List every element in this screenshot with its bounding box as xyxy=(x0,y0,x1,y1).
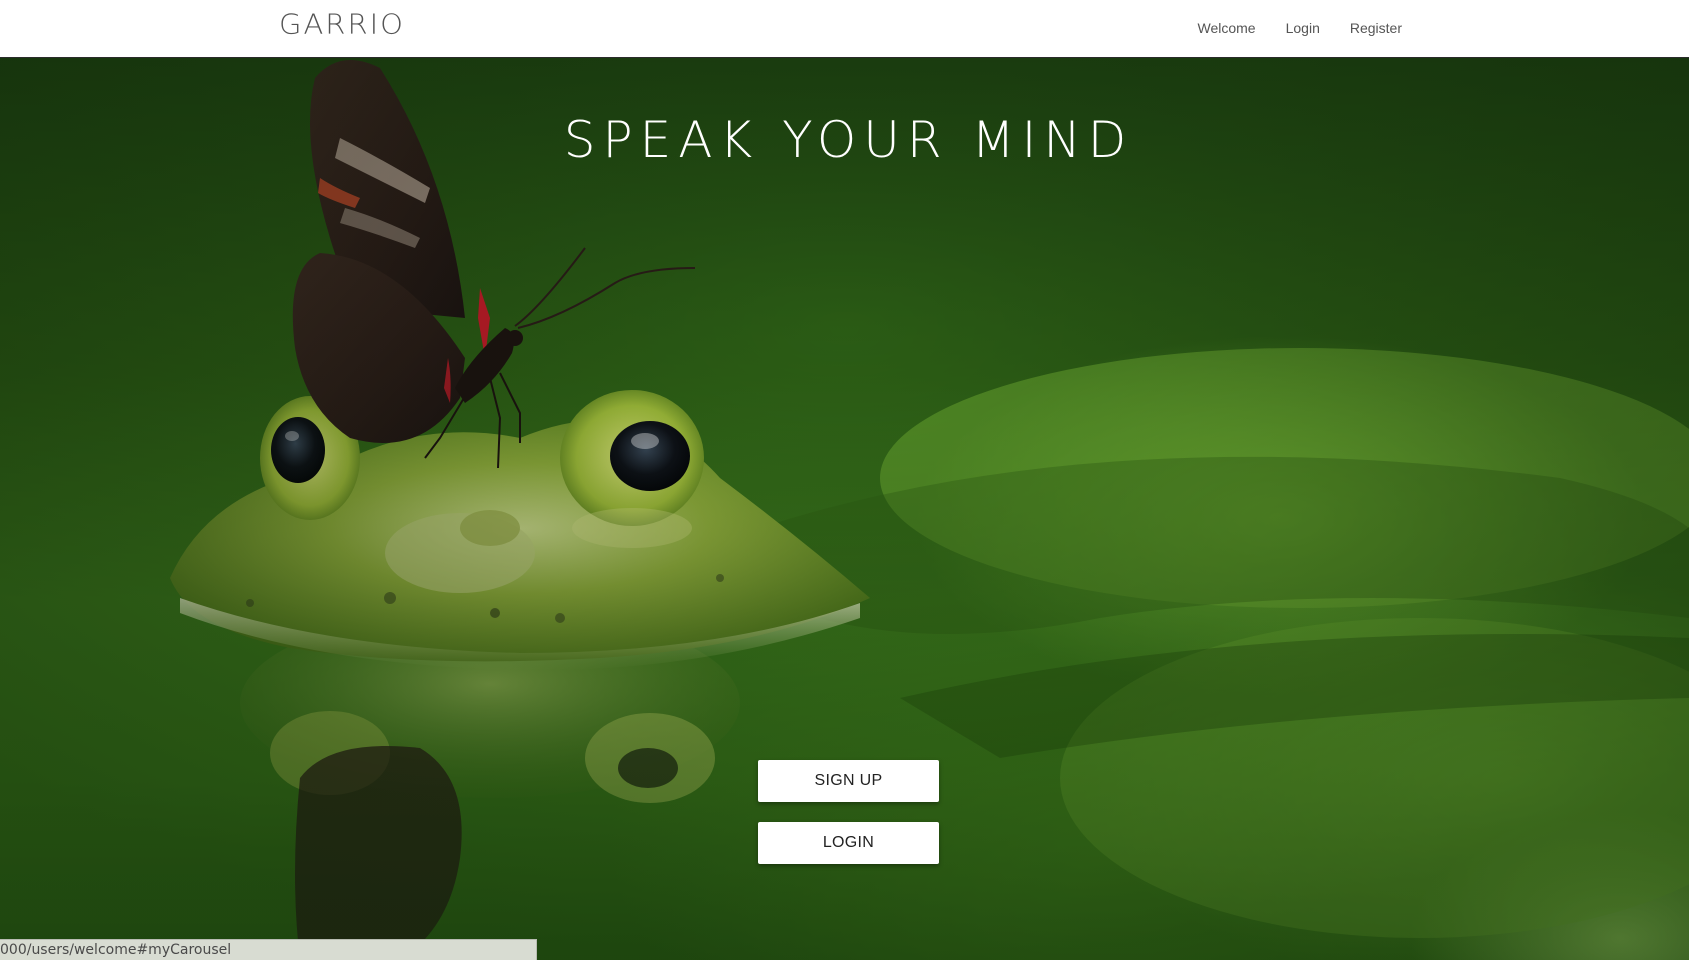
sign-up-button[interactable]: SIGN UP xyxy=(758,760,939,802)
page: GARRIO Welcome Login Register SPEAK YOUR… xyxy=(0,0,1689,960)
brand-logo[interactable]: GARRIO xyxy=(279,9,405,39)
nav-link-login[interactable]: Login xyxy=(1271,0,1335,56)
status-bar-url: 000/users/welcome#myCarousel xyxy=(0,939,537,960)
hero-title: SPEAK YOUR MIND xyxy=(563,111,1134,169)
top-navbar: GARRIO Welcome Login Register xyxy=(0,0,1689,58)
nav-link-register[interactable]: Register xyxy=(1335,0,1417,56)
nav-links: Welcome Login Register xyxy=(1183,0,1418,56)
nav-link-welcome[interactable]: Welcome xyxy=(1183,0,1271,56)
login-button[interactable]: LOGIN xyxy=(758,822,939,864)
hero-carousel: SPEAK YOUR MIND SIGN UP LOGIN xyxy=(0,58,1689,960)
